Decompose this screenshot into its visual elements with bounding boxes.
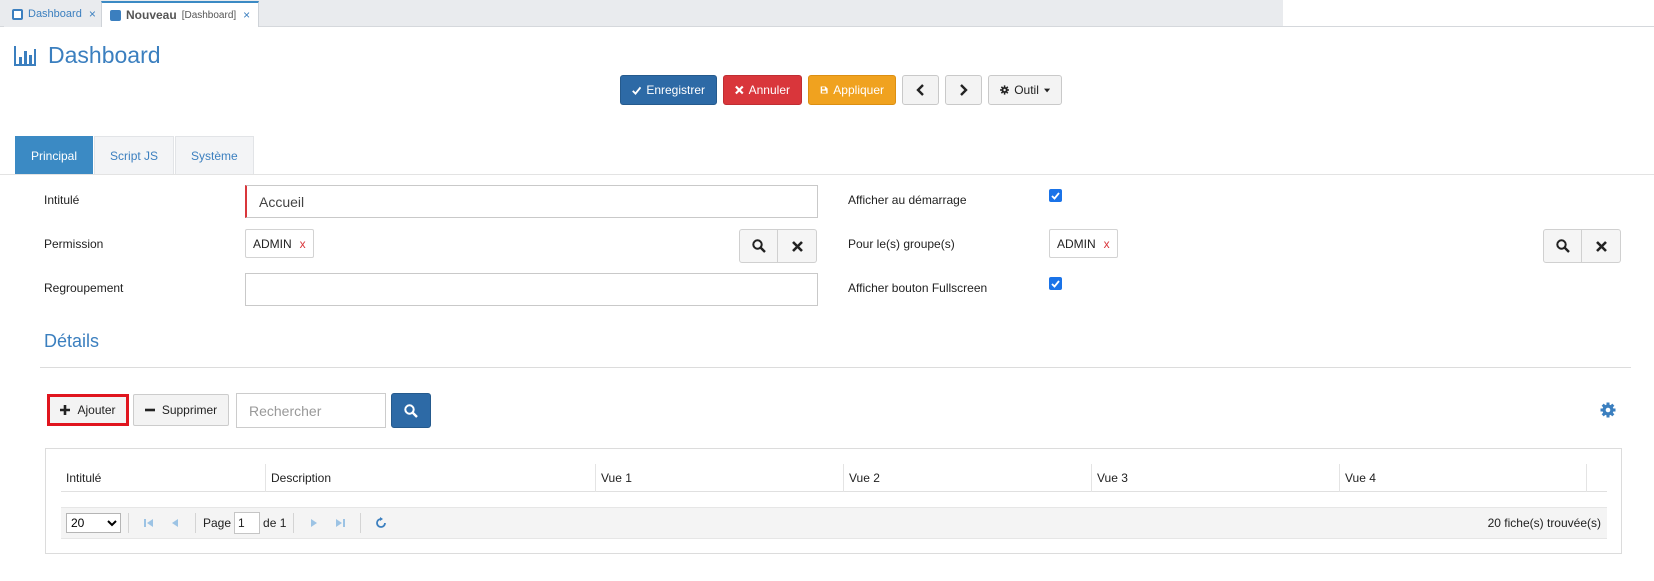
remove-tag-icon[interactable]: x bbox=[300, 237, 306, 251]
caret-down-icon bbox=[1043, 88, 1050, 92]
groupes-label: Pour le(s) groupe(s) bbox=[848, 237, 955, 251]
tab-nouveau-sub: [Dashboard] bbox=[181, 9, 237, 21]
grid-settings-gear-icon[interactable] bbox=[1598, 400, 1618, 420]
form-tabs: Principal Script JS Système bbox=[15, 136, 255, 175]
minus-icon bbox=[144, 408, 155, 412]
close-icon bbox=[1595, 240, 1607, 252]
intitule-label: Intitulé bbox=[44, 193, 80, 207]
intitule-input[interactable]: Accueil bbox=[245, 185, 818, 218]
save-button[interactable]: Enregistrer bbox=[620, 75, 717, 105]
intitule-value: Accueil bbox=[259, 193, 305, 210]
close-icon bbox=[735, 85, 744, 95]
page-header: Dashboard bbox=[14, 42, 161, 69]
permission-tag-label: ADMIN bbox=[253, 236, 292, 251]
permission-actions bbox=[739, 229, 817, 263]
window-tab-strip: Dashboard × Nouveau [Dashboard] × bbox=[0, 0, 1654, 27]
apply-label: Appliquer bbox=[833, 83, 884, 97]
groupes-clear-button[interactable] bbox=[1582, 229, 1621, 263]
window-icon bbox=[110, 9, 121, 21]
groupes-search-button[interactable] bbox=[1543, 229, 1582, 263]
last-page-icon[interactable] bbox=[333, 516, 347, 530]
column-vue-2[interactable]: Vue 2 bbox=[844, 464, 1092, 492]
tab-close-icon[interactable]: × bbox=[89, 7, 96, 21]
check-icon bbox=[632, 86, 642, 95]
tab-principal[interactable]: Principal bbox=[15, 136, 94, 175]
column-description[interactable]: Description bbox=[266, 464, 596, 492]
permission-search-button[interactable] bbox=[739, 229, 778, 263]
details-divider bbox=[40, 367, 1631, 368]
tab-script-js[interactable]: Script JS bbox=[94, 136, 175, 175]
page-size-select[interactable]: 20 bbox=[66, 513, 121, 533]
search-icon bbox=[1555, 239, 1570, 253]
tab-strip-fill bbox=[1283, 0, 1654, 26]
details-grid: Intitulé Description Vue 1 Vue 2 Vue 3 V… bbox=[45, 448, 1622, 554]
fullscreen-label: Afficher bouton Fullscreen bbox=[848, 281, 988, 295]
tab-dashboard-label: Dashboard bbox=[28, 8, 82, 20]
tab-close-icon[interactable]: × bbox=[243, 8, 250, 22]
grid-header: Intitulé Description Vue 1 Vue 2 Vue 3 V… bbox=[61, 464, 1607, 492]
apply-button[interactable]: Appliquer bbox=[808, 75, 896, 105]
groupes-tag-label: ADMIN bbox=[1057, 236, 1096, 251]
column-vue-1[interactable]: Vue 1 bbox=[596, 464, 844, 492]
groupes-tag: ADMIN x bbox=[1049, 229, 1118, 258]
details-search-button[interactable] bbox=[391, 393, 431, 428]
tabs-divider bbox=[0, 174, 1654, 175]
delete-button[interactable]: Supprimer bbox=[133, 394, 229, 426]
permission-label: Permission bbox=[44, 237, 104, 251]
page-label: Page bbox=[203, 516, 232, 530]
regroupement-input[interactable] bbox=[245, 273, 818, 306]
prev-page-icon[interactable] bbox=[168, 516, 182, 530]
page-number-input[interactable]: 1 bbox=[234, 512, 261, 534]
details-search-input[interactable]: Rechercher bbox=[236, 393, 386, 428]
apply-icon bbox=[820, 86, 828, 94]
window-icon bbox=[12, 8, 23, 20]
previous-button[interactable] bbox=[902, 75, 939, 105]
grid-pager: 20 Page 1 de 1 20 fiche(s) trouvée(s) bbox=[61, 507, 1607, 539]
search-icon bbox=[751, 239, 766, 253]
save-label: Enregistrer bbox=[646, 83, 705, 97]
close-icon bbox=[791, 240, 803, 252]
gear-icon bbox=[1000, 85, 1010, 95]
first-page-icon[interactable] bbox=[142, 516, 156, 530]
details-title: Détails bbox=[44, 331, 100, 351]
cancel-button[interactable]: Annuler bbox=[723, 75, 802, 105]
tab-nouveau-label: Nouveau bbox=[126, 8, 177, 22]
search-placeholder: Rechercher bbox=[249, 402, 322, 419]
add-button[interactable]: Ajouter bbox=[47, 394, 129, 426]
check-icon bbox=[1051, 191, 1060, 200]
permission-clear-button[interactable] bbox=[778, 229, 817, 263]
fullscreen-checkbox[interactable] bbox=[1049, 277, 1062, 290]
tool-label: Outil bbox=[1014, 83, 1039, 97]
cancel-label: Annuler bbox=[748, 83, 790, 97]
tool-dropdown-button[interactable]: Outil bbox=[988, 75, 1062, 105]
check-icon bbox=[1051, 279, 1060, 288]
page-title: Dashboard bbox=[48, 42, 161, 68]
tab-systeme[interactable]: Système bbox=[175, 136, 254, 175]
column-intitule[interactable]: Intitulé bbox=[61, 464, 266, 492]
search-icon bbox=[404, 403, 418, 418]
main-toolbar: Enregistrer Annuler Appliquer Outil bbox=[620, 75, 1062, 105]
add-label: Ajouter bbox=[77, 403, 116, 417]
afficher-demarrage-label: Afficher au démarrage bbox=[848, 193, 967, 207]
tab-dashboard[interactable]: Dashboard × bbox=[4, 1, 104, 27]
remove-tag-icon[interactable]: x bbox=[1104, 237, 1110, 251]
tab-nouveau[interactable]: Nouveau [Dashboard] × bbox=[101, 1, 260, 27]
permission-tag: ADMIN x bbox=[245, 229, 314, 258]
page-number-value: 1 bbox=[238, 516, 245, 530]
chevron-left-icon bbox=[916, 84, 924, 96]
next-page-icon[interactable] bbox=[307, 516, 321, 530]
record-count: 20 fiche(s) trouvée(s) bbox=[1487, 516, 1601, 530]
page-of-label: de 1 bbox=[263, 516, 287, 530]
next-button[interactable] bbox=[945, 75, 982, 105]
column-vue-4[interactable]: Vue 4 bbox=[1340, 464, 1587, 492]
groupes-actions bbox=[1543, 229, 1621, 263]
chevron-right-icon bbox=[960, 84, 968, 96]
afficher-demarrage-checkbox[interactable] bbox=[1049, 189, 1062, 202]
delete-label: Supprimer bbox=[161, 403, 218, 417]
column-vue-3[interactable]: Vue 3 bbox=[1092, 464, 1340, 492]
regroupement-label: Regroupement bbox=[44, 281, 124, 295]
refresh-icon[interactable] bbox=[374, 516, 388, 530]
plus-icon bbox=[60, 405, 71, 415]
bar-chart-icon bbox=[14, 45, 36, 66]
